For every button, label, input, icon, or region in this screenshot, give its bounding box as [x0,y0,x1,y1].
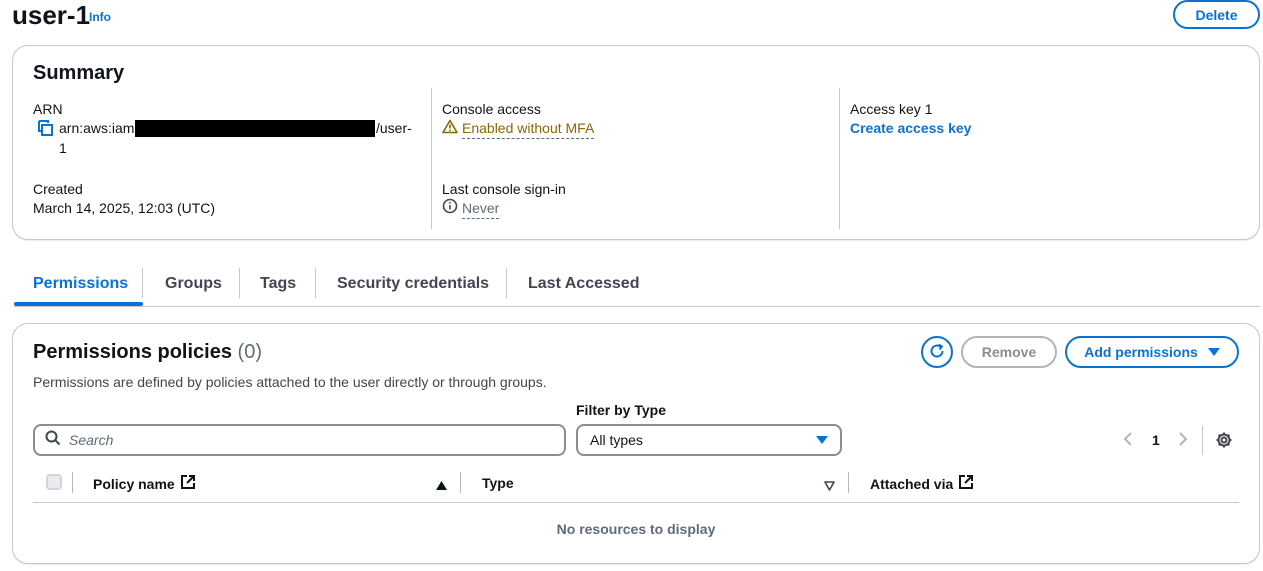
filter-by-type-label: Filter by Type [576,402,666,418]
permissions-count: (0) [237,341,262,363]
active-tab-indicator [14,302,143,306]
created-value: March 14, 2025, 12:03 (UTC) [33,200,216,216]
gear-icon[interactable] [1215,431,1233,454]
summary-title: Summary [33,62,125,84]
add-permissions-label: Add permissions [1084,344,1198,360]
refresh-button[interactable] [921,336,953,368]
last-signin-label: Last console sign-in [442,181,566,197]
arn-value-continued: 1 [59,140,67,156]
warning-icon [442,119,458,139]
arn-label: ARN [33,101,63,117]
caret-down-icon [816,432,828,448]
last-signin-value: Never [462,198,500,219]
page-title: user-1 [12,0,91,30]
pager-separator [1202,426,1203,455]
column-header-type[interactable]: Type [482,475,514,491]
external-link-icon [180,474,196,493]
column-header-label: Type [482,475,514,491]
refresh-icon [928,342,946,363]
column-separator [848,472,849,493]
console-access-status[interactable]: Enabled without MFA [442,118,595,139]
tabs-baseline [14,306,1260,307]
next-page-icon[interactable] [1177,431,1189,452]
tab-security-credentials[interactable]: Security credentials [337,275,489,293]
last-signin-status[interactable]: Never [442,198,500,219]
redacted-account-id [135,120,375,137]
arn-value-prefix: arn:aws:iam [59,120,135,136]
copy-icon[interactable] [37,120,53,141]
caret-down-icon [1207,344,1220,360]
filter-type-select[interactable]: All types [576,424,842,456]
column-header-attached-via[interactable]: Attached via [870,474,974,493]
tab-last-accessed[interactable]: Last Accessed [528,275,639,293]
tab-separator [239,268,240,298]
console-access-label: Console access [442,101,541,117]
tab-permissions[interactable]: Permissions [33,275,128,293]
tab-separator [506,268,507,298]
permissions-title-text: Permissions policies [33,341,232,363]
search-field[interactable] [33,424,566,456]
arn-value-suffix: /user- [376,120,412,136]
previous-page-icon[interactable] [1122,431,1134,452]
select-all-checkbox[interactable] [46,474,62,490]
add-permissions-button[interactable]: Add permissions [1065,336,1239,368]
column-separator [72,472,73,493]
page-number[interactable]: 1 [1152,432,1160,448]
tab-groups[interactable]: Groups [165,275,222,293]
console-access-value: Enabled without MFA [462,118,595,139]
tab-tags[interactable]: Tags [260,275,296,293]
column-divider [839,88,840,229]
column-divider [431,88,432,229]
external-link-icon [958,474,974,493]
created-label: Created [33,181,83,197]
filter-type-value: All types [590,432,643,448]
sort-ascending-icon[interactable] [436,478,447,496]
search-input[interactable] [69,432,549,448]
empty-state-message: No resources to display [556,521,716,537]
permissions-title: Permissions policies (0) [33,341,262,364]
tab-separator [142,268,143,298]
column-separator [460,472,461,493]
column-header-policy-name[interactable]: Policy name [93,474,196,493]
column-header-label: Policy name [93,475,175,492]
info-icon [442,198,458,219]
table-header-divider [33,502,1239,503]
remove-button[interactable]: Remove [961,336,1057,368]
search-icon [45,430,61,451]
create-access-key-link[interactable]: Create access key [850,120,971,136]
column-header-label: Attached via [870,475,954,492]
delete-button[interactable]: Delete [1173,0,1260,29]
access-key-label: Access key 1 [850,101,933,117]
tab-separator [315,268,316,298]
sort-unsorted-icon[interactable] [824,478,835,496]
permissions-description: Permissions are defined by policies atta… [33,374,547,390]
info-link[interactable]: Info [89,10,111,24]
